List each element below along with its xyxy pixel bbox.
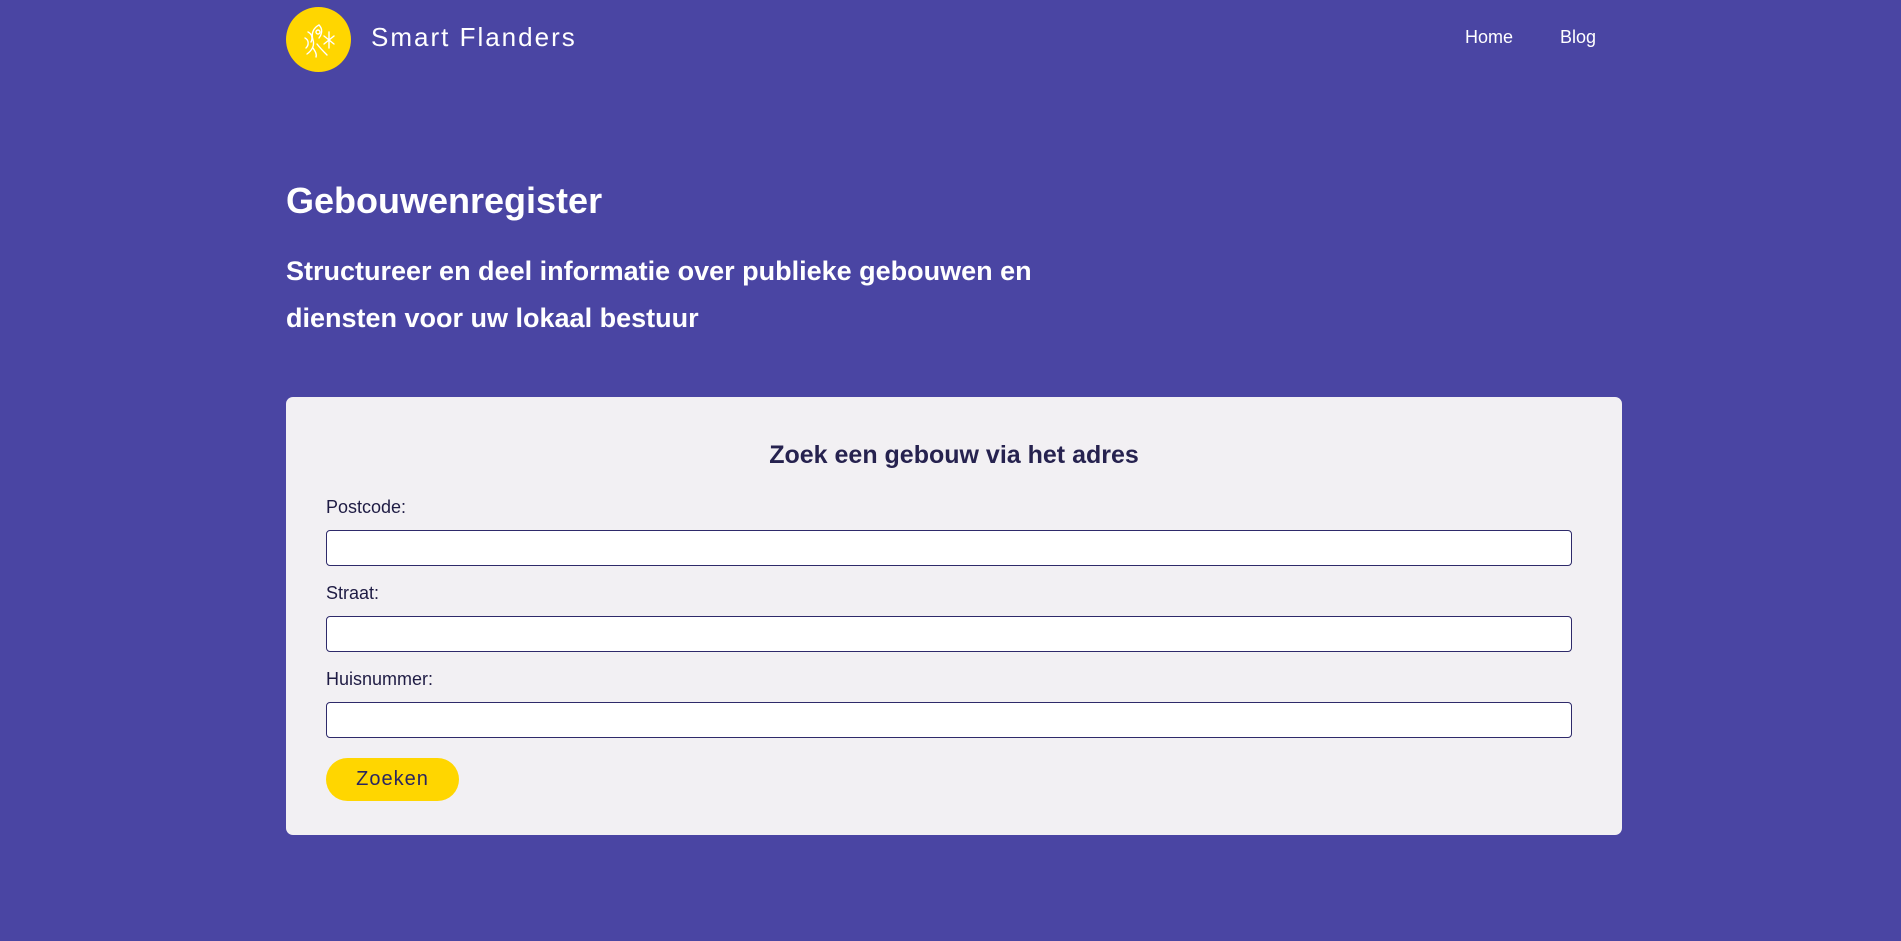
logo[interactable] [286,7,351,72]
nav-link-home[interactable]: Home [1465,27,1513,48]
lion-emblem-icon [303,23,335,58]
page-subtitle: Structureer en deel informatie over publ… [286,256,1032,333]
house-number-input[interactable] [326,702,1572,738]
main-nav: Home Blog [1465,27,1596,48]
hero: Gebouwenregister Structureer en deel inf… [286,175,1186,342]
page-title: Gebouwenregister [286,180,603,221]
nav-link-blog[interactable]: Blog [1560,27,1596,48]
street-label: Straat: [326,583,380,603]
postcode-label: Postcode: [326,497,407,517]
search-button[interactable]: Zoeken [326,758,459,801]
postcode-input[interactable] [326,530,1572,566]
search-form-title: Zoek een gebouw via het adres [769,441,1139,469]
address-search-card: Zoek een gebouw via het adres Postcode: … [286,397,1622,835]
site-header: Smart Flanders Home Blog [286,7,1622,72]
brand-name[interactable]: Smart Flanders [371,22,577,53]
street-input[interactable] [326,616,1572,652]
house-number-label: Huisnummer: [326,669,434,689]
